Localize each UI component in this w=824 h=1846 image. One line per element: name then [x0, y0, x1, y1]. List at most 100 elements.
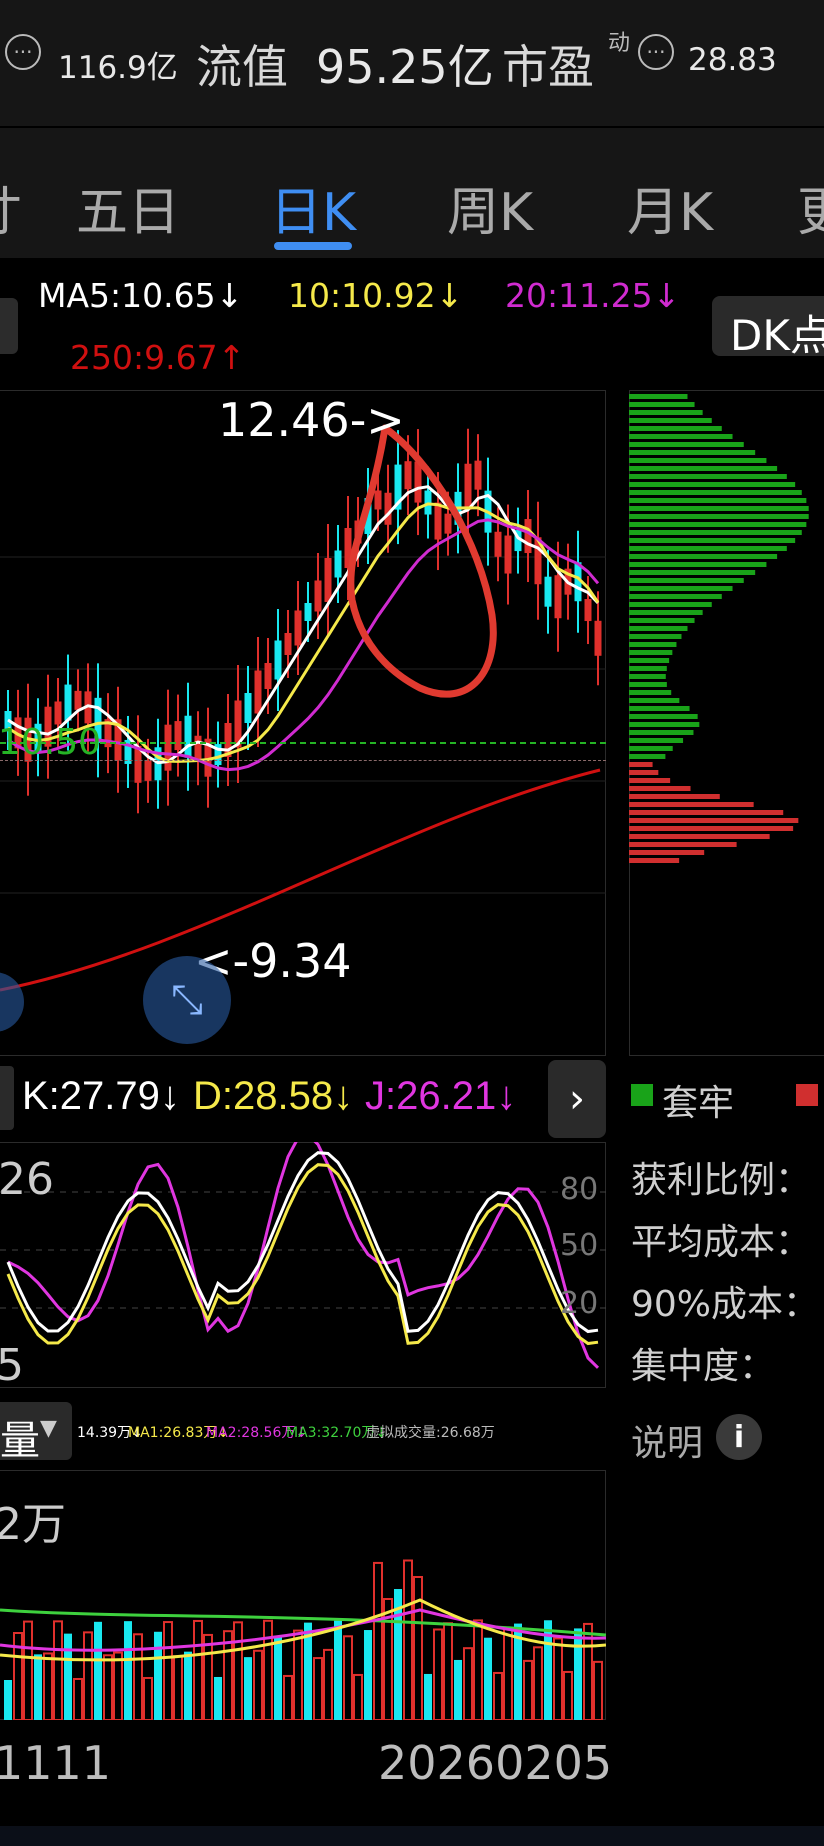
expand-arrows-icon[interactable]: ⤡: [143, 956, 231, 1044]
market-cap-value: 116.9亿: [58, 50, 178, 86]
chip-bar: [629, 530, 802, 535]
volume-bar: [413, 1575, 423, 1720]
chip-bar: [629, 474, 787, 479]
candle-body: [434, 502, 442, 540]
volume-bar: [403, 1559, 413, 1720]
chip-bar: [629, 498, 807, 503]
tab-daily-k[interactable]: 日K: [270, 170, 356, 245]
pe-value: 28.83: [688, 42, 777, 78]
tab-five-day[interactable]: 五日: [76, 170, 180, 245]
chip-bar: [629, 538, 796, 543]
chip-bar: [629, 690, 672, 695]
chip-bar: [629, 634, 682, 639]
chip-bar: [629, 410, 703, 415]
period-tabs: 寸 五日 日K 周K 月K 更: [0, 128, 824, 258]
kdj-axis-20: 20: [560, 1286, 599, 1321]
volume-chart[interactable]: [0, 1470, 606, 1720]
volume-bar: [323, 1648, 333, 1720]
volume-bar: [244, 1657, 252, 1720]
ma250-label: 250:9.67↑: [70, 338, 246, 377]
explain-label[interactable]: 说明: [631, 1414, 703, 1466]
chip-bar: [629, 466, 778, 471]
trapped-legend-label: 套牢: [662, 1083, 735, 1124]
chip-bar: [629, 778, 671, 783]
volume-bar: [143, 1676, 153, 1720]
concentration-label: 集中度：: [631, 1346, 776, 1387]
volume-bar: [334, 1620, 342, 1720]
tab-weekly-k[interactable]: 周K: [447, 170, 533, 245]
candle-body: [524, 519, 532, 554]
candle-body: [404, 461, 412, 490]
chip-bar: [629, 594, 722, 599]
candle-body: [184, 715, 192, 758]
chip-bar: [629, 722, 700, 727]
price-line-label: 10.50: [0, 722, 102, 763]
indicator-selector[interactable]: [0, 298, 18, 354]
chip-bar: [629, 458, 767, 463]
active-tab-indicator: [274, 242, 352, 250]
chip-bar: [629, 626, 688, 631]
candle-body: [264, 663, 272, 689]
candle-body: [554, 575, 562, 619]
dk-point-button[interactable]: DK点: [712, 296, 824, 360]
chip-bar: [629, 762, 653, 767]
chip-bar: [629, 754, 666, 759]
chip-bar: [629, 706, 690, 711]
tab-more[interactable]: 更: [797, 170, 824, 245]
ellipsis-circle-icon[interactable]: ···: [5, 34, 41, 70]
chip-bar: [629, 802, 754, 807]
kdj-k-label: K:27.79↓: [22, 1074, 180, 1118]
candle-body: [504, 535, 512, 574]
chip-bar: [629, 434, 733, 439]
kdj-axis-80: 80: [560, 1172, 599, 1207]
chip-bar: [629, 858, 680, 863]
volume-max-label: 2万: [0, 1499, 66, 1550]
info-icon[interactable]: i: [716, 1414, 762, 1460]
chip-bar: [629, 482, 796, 487]
candle-body: [284, 633, 292, 655]
chip-distribution-chart: [629, 394, 809, 863]
candle-body: [304, 603, 312, 621]
chip-bar: [629, 746, 673, 751]
kdj-selector[interactable]: [0, 1066, 14, 1130]
chip-bar: [629, 658, 670, 663]
chip-bar: [629, 522, 807, 527]
high-price-annotation: 12.46->: [218, 393, 405, 447]
tab-monthly-k[interactable]: 月K: [627, 170, 713, 245]
candle-body: [494, 531, 502, 557]
pe-label: 市盈: [502, 40, 594, 94]
candle-body: [584, 599, 592, 622]
average-cost-label: 平均成本：: [631, 1222, 812, 1263]
tab-minute[interactable]: 寸: [0, 170, 22, 245]
chip-bar: [629, 730, 694, 735]
volume-bar: [94, 1621, 102, 1720]
volume-bar: [553, 1637, 563, 1720]
chip-bar: [629, 554, 778, 559]
bottom-bar: [0, 1826, 824, 1846]
chevron-right-icon[interactable]: ›: [548, 1060, 606, 1138]
kdj-chart[interactable]: [0, 1142, 606, 1388]
volume-bar: [353, 1673, 363, 1720]
candle-body: [334, 550, 342, 578]
ellipsis-circle-icon[interactable]: ···: [638, 34, 674, 70]
candle-body: [464, 463, 472, 510]
volume-bar: [263, 1619, 273, 1720]
volume-bar: [293, 1629, 303, 1720]
chip-bar: [629, 394, 688, 399]
volume-bar: [563, 1670, 573, 1720]
virtual-volume-label: 虚拟成交量:26.68万: [366, 1425, 495, 1441]
kdj-min-label: 5: [0, 1340, 24, 1391]
volume-bar: [23, 1620, 33, 1720]
volume-bar: [454, 1659, 462, 1720]
float-cap-value: 95.25亿: [316, 40, 494, 94]
chip-bar: [629, 546, 787, 551]
chip-bar: [629, 618, 695, 623]
volume-bar: [433, 1628, 443, 1720]
candle-body: [414, 461, 422, 503]
volume-bar: [73, 1677, 83, 1720]
candle-body: [244, 693, 252, 723]
hand-drawn-annotation: [347, 424, 497, 698]
volume-selector[interactable]: 量 ▼: [0, 1402, 72, 1464]
chip-bar: [629, 826, 794, 831]
volume-bar: [533, 1646, 543, 1720]
